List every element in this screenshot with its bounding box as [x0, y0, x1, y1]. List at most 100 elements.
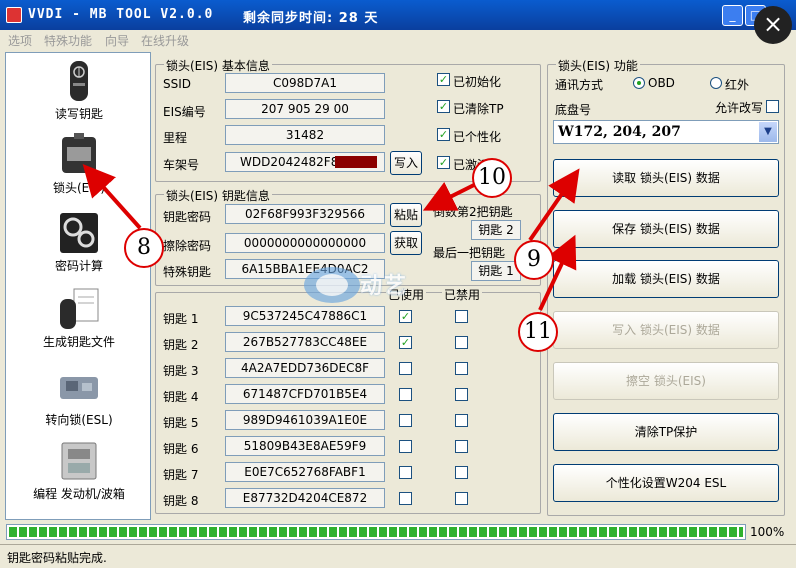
key-row-label: 钥匙 5 — [163, 416, 199, 430]
watermark-text: 动艺 — [360, 274, 409, 299]
key-disabled-checkbox[interactable] — [455, 492, 468, 505]
key-row-value[interactable]: 9C537245C47886C1 — [225, 306, 385, 326]
erase-password-field[interactable]: 0000000000000000 — [225, 233, 385, 253]
app-icon — [6, 7, 22, 23]
ssid-field[interactable]: C098D7A1 — [225, 73, 385, 93]
allow-rewrite-checkbox[interactable] — [766, 100, 779, 113]
key-used-checkbox[interactable]: ✓ — [399, 310, 412, 323]
key-disabled-checkbox[interactable] — [455, 440, 468, 453]
get-button[interactable]: 获取 — [390, 231, 422, 255]
key-used-checkbox[interactable] — [399, 362, 412, 375]
nav-generate-key-file[interactable]: 生成钥匙文件 — [6, 287, 152, 350]
key-row-value[interactable]: 51809B43E8AE59F9 — [225, 436, 385, 456]
personalized-label: 已个性化 — [453, 130, 502, 144]
key-used-checkbox[interactable] — [399, 492, 412, 505]
key-row-value[interactable]: 267B527783CC48EE — [225, 332, 385, 352]
nav-ecu-gearbox[interactable]: 编程 发动机/波箱 — [6, 439, 152, 502]
nav-read-write-key[interactable]: 读写钥匙 — [6, 59, 152, 122]
key-password-field[interactable]: 02F68F993F329566 — [225, 204, 385, 224]
group-title: 锁头(EIS) 钥匙信息 — [164, 187, 272, 204]
eis-no-field[interactable]: 207 905 29 00 — [225, 99, 385, 119]
vin-redaction — [335, 156, 377, 168]
chassis-select-value: W172, 204, 207 — [558, 124, 681, 140]
status-bar: 钥匙密码粘贴完成. — [0, 544, 796, 568]
second-key-field[interactable]: 钥匙 2 — [471, 220, 521, 240]
eis-action-button-7[interactable]: 个性化设置W204 ESL — [553, 464, 779, 502]
nav-label: 生成钥匙文件 — [42, 335, 115, 349]
key-used-checkbox[interactable] — [399, 466, 412, 479]
personalized-checkbox[interactable]: ✓ — [437, 128, 450, 141]
obd-label: OBD — [648, 76, 675, 90]
group-title: 锁头(EIS) 功能 — [556, 57, 640, 74]
comm-label: 通讯方式 — [555, 78, 604, 92]
key-row-value[interactable]: 4A2A7EDD736DEC8F — [225, 358, 385, 378]
nav-label: 锁头(EIS) — [52, 181, 106, 195]
key-used-checkbox[interactable] — [399, 414, 412, 427]
ir-label: 红外 — [725, 78, 750, 92]
erase-password-label: 擦除密码 — [163, 239, 212, 253]
close-icon[interactable]: × — [754, 6, 792, 44]
progress-percent: 100% — [750, 525, 785, 539]
key-password-label: 钥匙密码 — [163, 210, 212, 224]
write-vin-button[interactable]: 写入 — [390, 151, 422, 175]
key-used-checkbox[interactable] — [399, 440, 412, 453]
key-disabled-checkbox[interactable] — [455, 466, 468, 479]
special-key-label: 特殊钥匙 — [163, 265, 212, 279]
annotation-9: 9 — [514, 240, 554, 280]
nav-esl[interactable]: 转向锁(ESL) — [6, 365, 152, 428]
eis-no-label: EIS编号 — [163, 105, 206, 119]
eis-action-button-4[interactable]: 写入 锁头(EIS) 数据 — [553, 311, 779, 349]
key-disabled-checkbox[interactable] — [455, 362, 468, 375]
progress-fill — [9, 527, 743, 537]
key-used-checkbox[interactable] — [399, 388, 412, 401]
key-used-checkbox[interactable]: ✓ — [399, 336, 412, 349]
mileage-field[interactable]: 31482 — [225, 125, 385, 145]
key-disabled-checkbox[interactable] — [455, 310, 468, 323]
key-row-label: 钥匙 3 — [163, 364, 199, 378]
sync-time: 剩余同步时间: 28 天 — [243, 11, 379, 26]
key-row-value[interactable]: 989D9461039A1E0E — [225, 410, 385, 430]
key-row-value[interactable]: 671487CFD701B5E4 — [225, 384, 385, 404]
car-key-icon — [56, 59, 102, 101]
eis-action-button-1[interactable]: 读取 锁头(EIS) 数据 — [553, 159, 779, 197]
gears-icon — [56, 211, 102, 253]
ir-radio[interactable] — [710, 77, 722, 89]
minimize-button[interactable]: _ — [722, 5, 743, 26]
paste-button[interactable]: 粘贴 — [390, 203, 422, 227]
menu-wizard[interactable]: 向导 — [105, 32, 129, 49]
key-disabled-checkbox[interactable] — [455, 336, 468, 349]
eis-action-button-2[interactable]: 保存 锁头(EIS) 数据 — [553, 210, 779, 248]
key-row-value[interactable]: E87732D4204CE872 — [225, 488, 385, 508]
progress-bar — [6, 524, 746, 540]
watermark-logo: 动艺 — [302, 262, 442, 308]
annotation-10: 10 — [472, 158, 512, 198]
obd-radio[interactable] — [633, 77, 645, 89]
eis-action-button-6[interactable]: 清除TP保护 — [553, 413, 779, 451]
disabled-header: 已禁用 — [442, 286, 483, 303]
key-disabled-checkbox[interactable] — [455, 388, 468, 401]
key-row-label: 钥匙 6 — [163, 442, 199, 456]
activated-checkbox[interactable]: ✓ — [437, 156, 450, 169]
eis-action-button-5[interactable]: 擦空 锁头(EIS) — [553, 362, 779, 400]
chassis-label: 底盘号 — [555, 103, 592, 117]
key-row-label: 钥匙 4 — [163, 390, 199, 404]
key-disabled-checkbox[interactable] — [455, 414, 468, 427]
title-bar: VVDI - MB TOOL V2.0.0 剩余同步时间: 28 天 _ □ — [0, 0, 796, 30]
left-nav: 读写钥匙 锁头(EIS) 密码计算 生成钥匙文件 转向锁(ESL) 编程 发动机… — [5, 52, 151, 520]
tp-cleared-checkbox[interactable]: ✓ — [437, 100, 450, 113]
ssid-label: SSID — [163, 77, 192, 91]
nav-label: 读写钥匙 — [54, 107, 103, 121]
annotation-11: 11 — [518, 312, 558, 352]
key-row-value[interactable]: E0E7C652768FABF1 — [225, 462, 385, 482]
status-text: 钥匙密码粘贴完成. — [7, 551, 107, 565]
menu-options[interactable]: 选项 — [8, 32, 32, 49]
chevron-down-icon[interactable]: ▼ — [759, 122, 777, 142]
eis-action-button-3[interactable]: 加载 锁头(EIS) 数据 — [553, 260, 779, 298]
chassis-select[interactable]: W172, 204, 207 ▼ — [553, 120, 779, 144]
allow-rewrite-label: 允许改写 — [715, 101, 764, 115]
initialized-label: 已初始化 — [453, 75, 502, 89]
nav-eis[interactable]: 锁头(EIS) — [6, 133, 152, 196]
menu-special[interactable]: 特殊功能 — [44, 32, 92, 49]
menu-update[interactable]: 在线升级 — [141, 32, 189, 49]
initialized-checkbox[interactable]: ✓ — [437, 73, 450, 86]
